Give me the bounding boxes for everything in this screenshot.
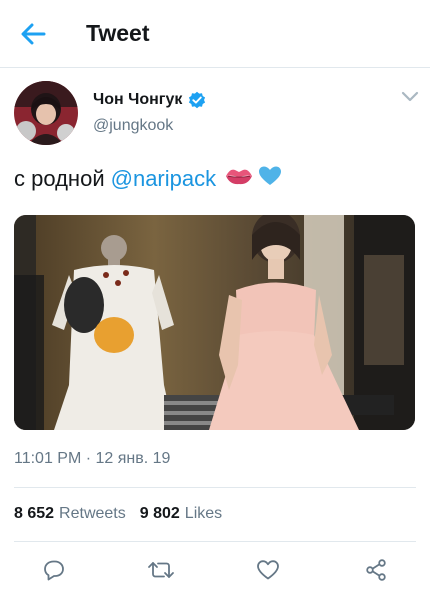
mention-link[interactable]: @naripack [111, 166, 217, 192]
share-icon [366, 559, 386, 581]
tweet-timestamp: 11:01 PM · 12 янв. 19 [14, 450, 171, 467]
avatar[interactable] [14, 81, 78, 145]
retweets-stat[interactable]: 8 652 Retweets [14, 505, 126, 523]
divider [14, 541, 416, 542]
reply-icon [44, 560, 64, 581]
likes-count: 9 802 [139, 505, 180, 522]
verified-badge-icon [188, 91, 206, 109]
retweets-count: 8 652 [14, 505, 55, 522]
blue-heart-icon [258, 165, 282, 193]
author-name-row[interactable]: Чон Чонгук [93, 91, 206, 109]
like-button[interactable] [254, 556, 282, 584]
chevron-down-icon[interactable] [400, 90, 420, 106]
author-name: Чон Чонгук [93, 91, 183, 108]
arrow-left-icon [21, 23, 46, 45]
likes-label: Likes [184, 505, 223, 522]
author-handle[interactable]: @jungkook [93, 117, 173, 135]
kiss-mark-icon [224, 165, 254, 193]
likes-stat[interactable]: 9 802 Likes [140, 505, 222, 523]
top-bar: Tweet [0, 0, 430, 68]
page-title: Tweet [86, 20, 150, 46]
like-icon [257, 560, 279, 580]
retweet-button[interactable] [147, 556, 175, 584]
action-bar [0, 552, 430, 588]
tweet-text-body: с родной [14, 166, 105, 191]
share-button[interactable] [362, 556, 390, 584]
tweet-text: с родной @naripack [14, 165, 282, 193]
tweet-media-image[interactable] [14, 215, 415, 430]
back-button[interactable] [16, 20, 50, 48]
retweet-icon [148, 562, 174, 578]
reply-button[interactable] [40, 556, 68, 584]
divider [14, 487, 416, 488]
retweets-label: Retweets [59, 505, 126, 522]
tweet-stats: 8 652 Retweets 9 802 Likes [14, 505, 236, 523]
